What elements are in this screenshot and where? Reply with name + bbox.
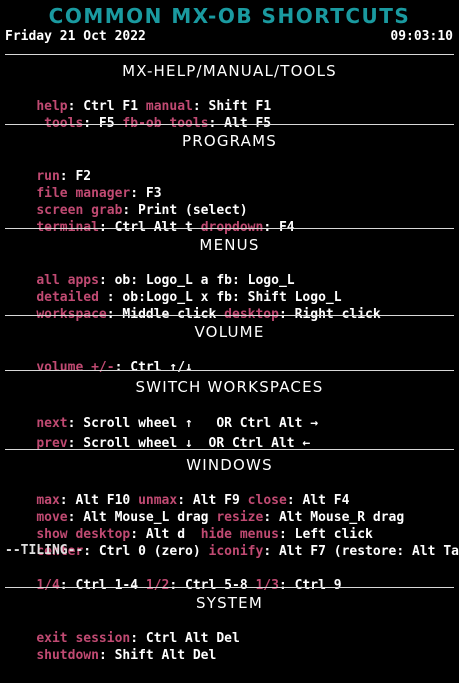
- date-readout: Friday 21 Oct 2022: [5, 29, 146, 44]
- section-heading-volume: VOLUME: [194, 323, 265, 341]
- shortcut-keys: : Ctrl 1-4: [59, 578, 146, 593]
- shortcut-action: 1/4: [36, 578, 60, 593]
- shortcut-keys: : Shift Alt Del: [98, 648, 217, 663]
- shortcut-keys: : Ctrl 0 (zero): [83, 544, 209, 559]
- divider: [5, 370, 454, 371]
- section-heading-windows: WINDOWS: [186, 456, 273, 474]
- section-heading-menus: MENUS: [199, 236, 260, 254]
- divider: [5, 587, 454, 588]
- divider: [5, 228, 454, 229]
- section-heading-workspaces: SWITCH WORKSPACES: [135, 378, 324, 396]
- shortcut-keys: : Ctrl 5-8: [169, 578, 256, 593]
- shortcut-action: 1/2: [145, 578, 170, 593]
- divider: [5, 54, 454, 55]
- divider: [5, 449, 454, 450]
- section-heading-programs: PROGRAMS: [181, 132, 278, 150]
- shortcut-action: iconify: [208, 544, 264, 559]
- tiling-subheading: --TILING--: [5, 543, 84, 558]
- shortcut-action: volume +/-: [36, 360, 115, 375]
- shortcut-keys: : Ctrl ↑/↓: [114, 360, 193, 375]
- shortcut-action: 1/3: [255, 578, 279, 593]
- shortcut-action: shutdown: [36, 648, 99, 663]
- divider: [5, 315, 454, 316]
- section-heading-help: MX-HELP/MANUAL/TOOLS: [122, 62, 337, 80]
- divider: [5, 124, 454, 125]
- shortcut-keys: : Ctrl 9: [278, 578, 342, 593]
- time-readout: 09:03:10: [390, 29, 453, 44]
- section-heading-system: SYSTEM: [196, 594, 263, 612]
- shortcut-line: shutdown: Shift Alt Del: [5, 629, 216, 683]
- shortcut-keys: : Alt F7 (restore: Alt Tab): [263, 544, 459, 559]
- page-title: COMMON MX-OB SHORTCUTS: [48, 4, 411, 28]
